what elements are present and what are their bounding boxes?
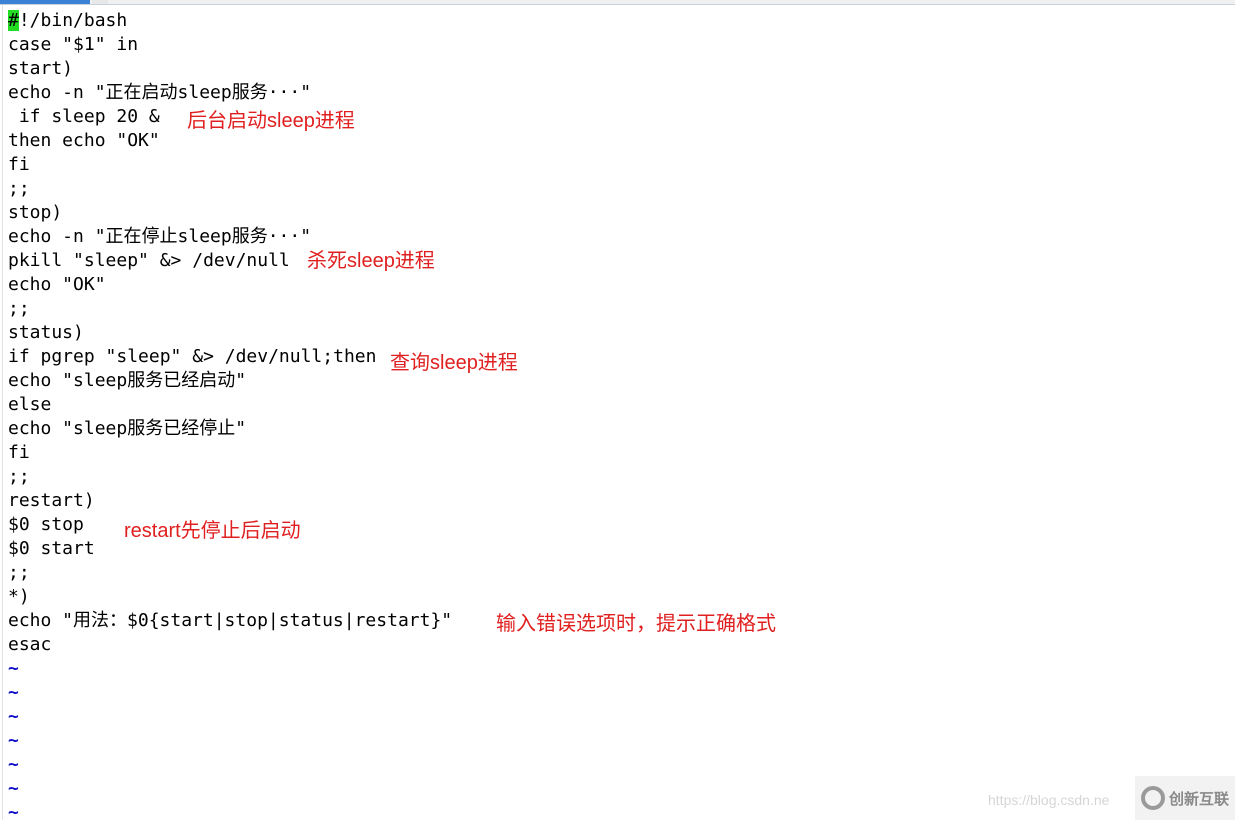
tab-bar <box>0 0 1235 5</box>
code-line: ;; <box>8 562 30 583</box>
code-line: *) <box>8 586 30 607</box>
code-line: start) <box>8 58 74 79</box>
code-line: ;; <box>8 178 30 199</box>
code-line: echo "OK" <box>8 274 106 295</box>
code-text: !/bin/bash <box>18 10 128 31</box>
annotation-stop: 杀死sleep进程 <box>307 250 435 272</box>
empty-line-marker: ~ <box>8 658 19 679</box>
annotation-status: 查询sleep进程 <box>390 352 518 374</box>
window-border <box>2 5 3 820</box>
empty-line-marker: ~ <box>8 682 19 703</box>
empty-line-marker: ~ <box>8 778 19 799</box>
active-tab[interactable] <box>0 0 90 4</box>
code-line: echo -n "正在停止sleep服务···" <box>8 226 312 247</box>
code-line: ;; <box>8 298 30 319</box>
code-line: if pgrep "sleep" &> /dev/null;then <box>8 346 377 367</box>
code-line: fi <box>8 154 30 175</box>
logo-text: 创新互联 <box>1169 789 1230 808</box>
code-line: stop) <box>8 202 63 223</box>
cursor: # <box>8 10 19 31</box>
code-line: case "$1" in <box>8 34 139 55</box>
watermark-url: https://blog.csdn.ne <box>988 792 1110 808</box>
code-line: ;; <box>8 466 30 487</box>
tab[interactable] <box>92 0 108 4</box>
code-line: #!/bin/bash <box>8 9 452 33</box>
code-line: echo "sleep服务已经停止" <box>8 418 247 439</box>
code-line: fi <box>8 442 30 463</box>
logo-icon <box>1141 786 1165 810</box>
annotation-usage: 输入错误选项时，提示正确格式 <box>496 613 776 635</box>
empty-line-marker: ~ <box>8 754 19 775</box>
empty-line-marker: ~ <box>8 706 19 727</box>
code-line: else <box>8 394 52 415</box>
logo: 创新互联 <box>1135 776 1235 820</box>
code-line: status) <box>8 322 84 343</box>
code-line: echo "sleep服务已经启动" <box>8 370 247 391</box>
code-line: echo "用法：$0{start|stop|status|restart}" <box>8 610 453 631</box>
annotation-restart: restart先停止后启动 <box>124 520 301 542</box>
empty-line-marker: ~ <box>8 730 19 751</box>
code-line: restart) <box>8 490 95 511</box>
code-line: echo -n "正在启动sleep服务···" <box>8 82 312 103</box>
annotation-start: 后台启动sleep进程 <box>187 110 355 132</box>
code-line: esac <box>8 634 52 655</box>
empty-line-marker: ~ <box>8 802 19 823</box>
